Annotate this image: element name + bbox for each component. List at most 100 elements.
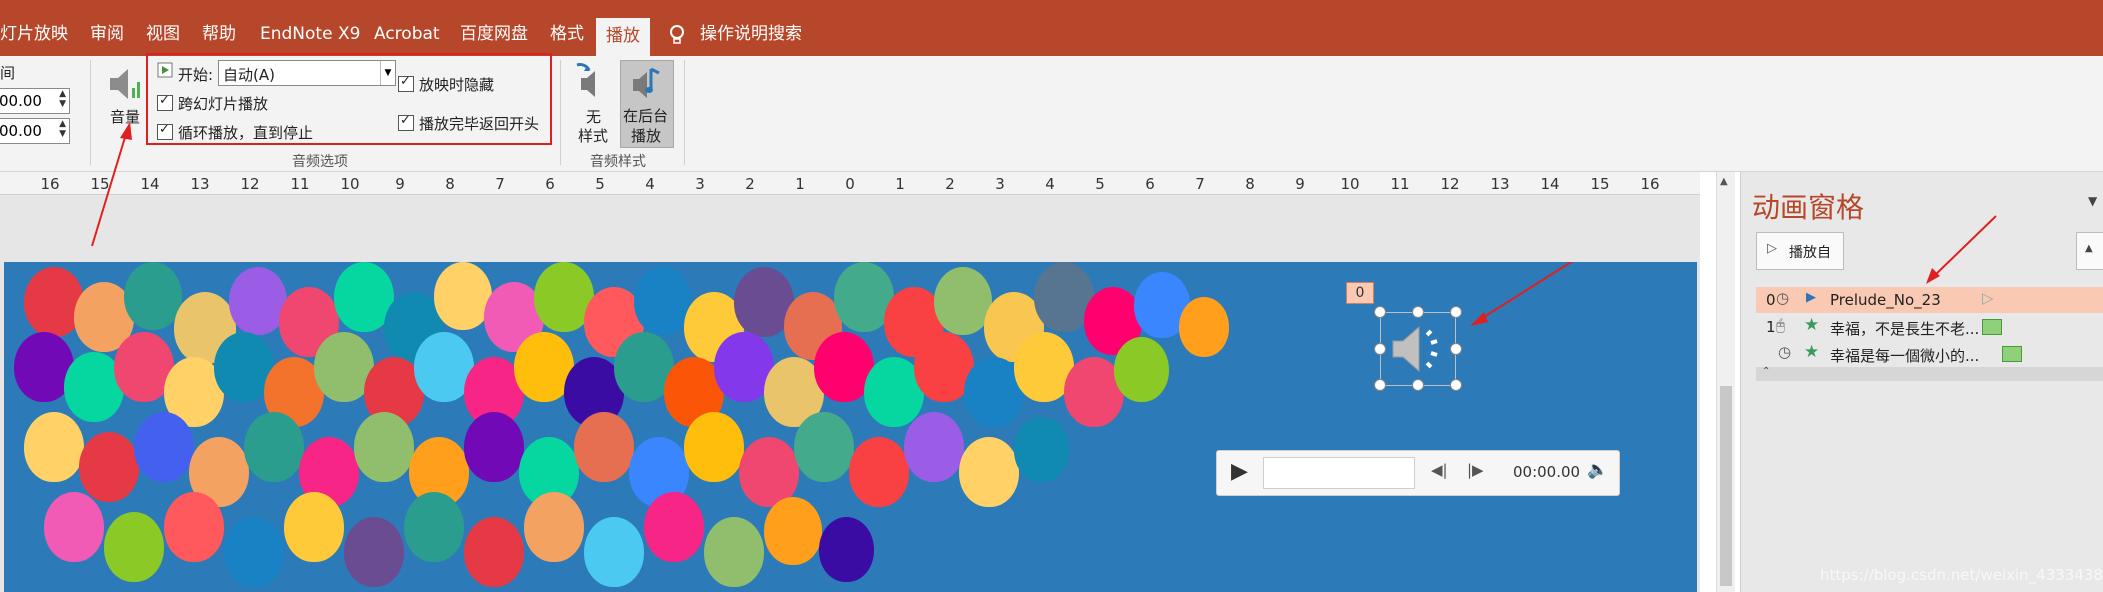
ruler-tick-label: 5 [595,175,605,193]
annotation-arrow [91,122,132,247]
resize-handle[interactable] [1412,306,1424,318]
pane-options-icon[interactable]: ▼ [2088,194,2097,208]
horizontal-ruler: 16 15 14 13 12 11 10 9 8 7 6 5 4 3 2 1 0… [0,172,1700,195]
annotation-highlight-box [146,53,552,145]
audio-styles-group-label: 音频样式 [590,154,646,170]
clock-icon: ◷ [1776,289,1790,307]
ruler-tick-label: 8 [1245,175,1255,193]
resize-handle[interactable] [1412,379,1424,391]
watermark: https://blog.csdn.net/weixin_43334389 [1820,566,2103,584]
play-in-background-icon [633,67,660,98]
tab-view[interactable]: 视图 [146,12,180,56]
audio-object[interactable] [1380,312,1456,386]
tab-endnote[interactable]: EndNote X9 [260,12,360,56]
ruler-tick-label: 13 [1490,175,1510,193]
ribbon-separator [684,60,685,165]
annotation-arrow [1470,262,1573,326]
vertical-scrollbar[interactable]: ▲ [1716,172,1735,592]
seek-back-icon[interactable]: ◀| [1431,461,1448,479]
spinner-arrows-icon[interactable]: ▲ ▼ [59,119,66,139]
seek-forward-icon[interactable]: |▶ [1467,461,1484,479]
annotation-arrow [1926,215,1997,284]
ruler-tick-label: 15 [1590,175,1610,193]
seek-bar[interactable] [1263,457,1415,489]
item-label: Prelude_No_23 [1830,291,1941,309]
ruler-tick-label: 7 [495,175,505,193]
animation-list-item[interactable]: 1 🖰 ★ 幸福，不是長生不老... [1756,314,2103,340]
play-from-button[interactable]: ▷ 播放自 [1756,232,1844,270]
clock-icon: ◷ [1778,343,1792,361]
ruler-tick-label: 11 [1390,175,1410,193]
ruler-tick-label: 2 [745,175,755,193]
ruler-tick-label: 9 [395,175,405,193]
ruler-tick-label: 1 [895,175,905,193]
audio-player: ▶ ◀| |▶ 00:00.00 🔈 [1216,450,1620,496]
reorder-up-button[interactable]: ▲ [2076,232,2103,270]
timeline-marker-icon: ▷ [1982,289,1994,307]
animation-list-item[interactable]: ◷ ★ 幸福是每一個微小的... [1756,341,2103,367]
no-style-label-1: 无 [586,108,602,126]
scroll-up-icon[interactable]: ▲ [1720,176,1728,187]
slide-canvas[interactable]: ⟳ 0 ▶ ◀| |▶ 00:00.00 🔈 [4,262,1697,592]
ruler-tick-label: 4 [1045,175,1055,193]
ruler-tick-label: 14 [1540,175,1560,193]
ruler-tick-label: 16 [1640,175,1660,193]
timing-bar [1982,319,2002,335]
timing-bar [2002,346,2022,362]
resize-handle[interactable] [1374,379,1386,391]
play-trigger-icon: ▶ [1806,290,1816,305]
tab-review[interactable]: 审阅 [90,12,124,56]
ruler-tick-label: 2 [945,175,955,193]
mute-volume-icon[interactable]: 🔈 [1587,460,1608,480]
ruler-tick-label: 1 [795,175,805,193]
fade-out-value: 00.00 [0,122,42,140]
scrollbar-thumb[interactable] [1720,386,1732,586]
resize-handle[interactable] [1450,379,1462,391]
tab-baidu-netdisk[interactable]: 百度网盘 [460,12,528,56]
lightbulb-icon [668,24,686,50]
star-effect-icon: ★ [1804,342,1820,362]
ruler-tick-label: 6 [545,175,555,193]
volume-icon[interactable] [106,64,142,108]
collapse-bar[interactable]: ⌃ [1756,366,2103,381]
resize-handle[interactable] [1374,343,1386,355]
ruler-tick-label: 8 [445,175,455,193]
fade-in-spinner[interactable]: 00.00 ▲ ▼ [0,88,70,114]
chevron-up-icon: ▲ [2085,243,2093,254]
ruler-tick-label: 10 [1340,175,1360,193]
animation-list-item[interactable]: 0 ◷ ▶ Prelude_No_23 ▷ [1756,287,2103,313]
tab-format[interactable]: 格式 [550,12,584,56]
play-in-background-button[interactable]: 在后台 播放 [620,60,674,148]
play-in-background-label-1: 在后台 [623,107,669,125]
ribbon-separator [560,60,561,165]
ruler-tick-label: 3 [995,175,1005,193]
tab-slideshow[interactable]: 灯片放映 [0,12,68,56]
fade-in-value: 00.00 [0,92,42,110]
item-label: 幸福是每一個微小的... [1830,347,1980,365]
tab-acrobat[interactable]: Acrobat [374,12,440,56]
collapse-icon[interactable]: ⌃ [1762,366,1770,377]
title-bar [0,0,2103,12]
ruler-tick-label: 0 [845,175,855,193]
tab-help[interactable]: 帮助 [202,12,236,56]
ruler-tick-label: 6 [1145,175,1155,193]
item-index: 1 [1766,318,1776,336]
item-label: 幸福，不是長生不老... [1830,320,1980,338]
play-from-label: 播放自 [1789,245,1831,261]
tab-playback[interactable]: 播放 [596,18,650,56]
spinner-arrows-icon[interactable]: ▲ ▼ [59,89,66,109]
resize-handle[interactable] [1450,306,1462,318]
ruler-tick-label: 12 [240,175,260,193]
resize-handle[interactable] [1450,343,1462,355]
rotate-handle-icon[interactable]: ⟳ [1412,262,1430,265]
tell-me-search[interactable]: 操作说明搜索 [700,12,802,56]
mouse-click-icon: 🖰 [1776,316,1786,334]
no-style-icon[interactable] [573,62,607,106]
ruler-tick-label: 12 [1440,175,1460,193]
ruler-tick-label: 7 [1195,175,1205,193]
play-icon[interactable]: ▶ [1231,459,1248,484]
resize-handle[interactable] [1374,306,1386,318]
player-time: 00:00.00 [1513,463,1581,481]
fade-out-spinner[interactable]: 00.00 ▲ ▼ [0,118,70,144]
ruler-tick-label: 5 [1095,175,1105,193]
